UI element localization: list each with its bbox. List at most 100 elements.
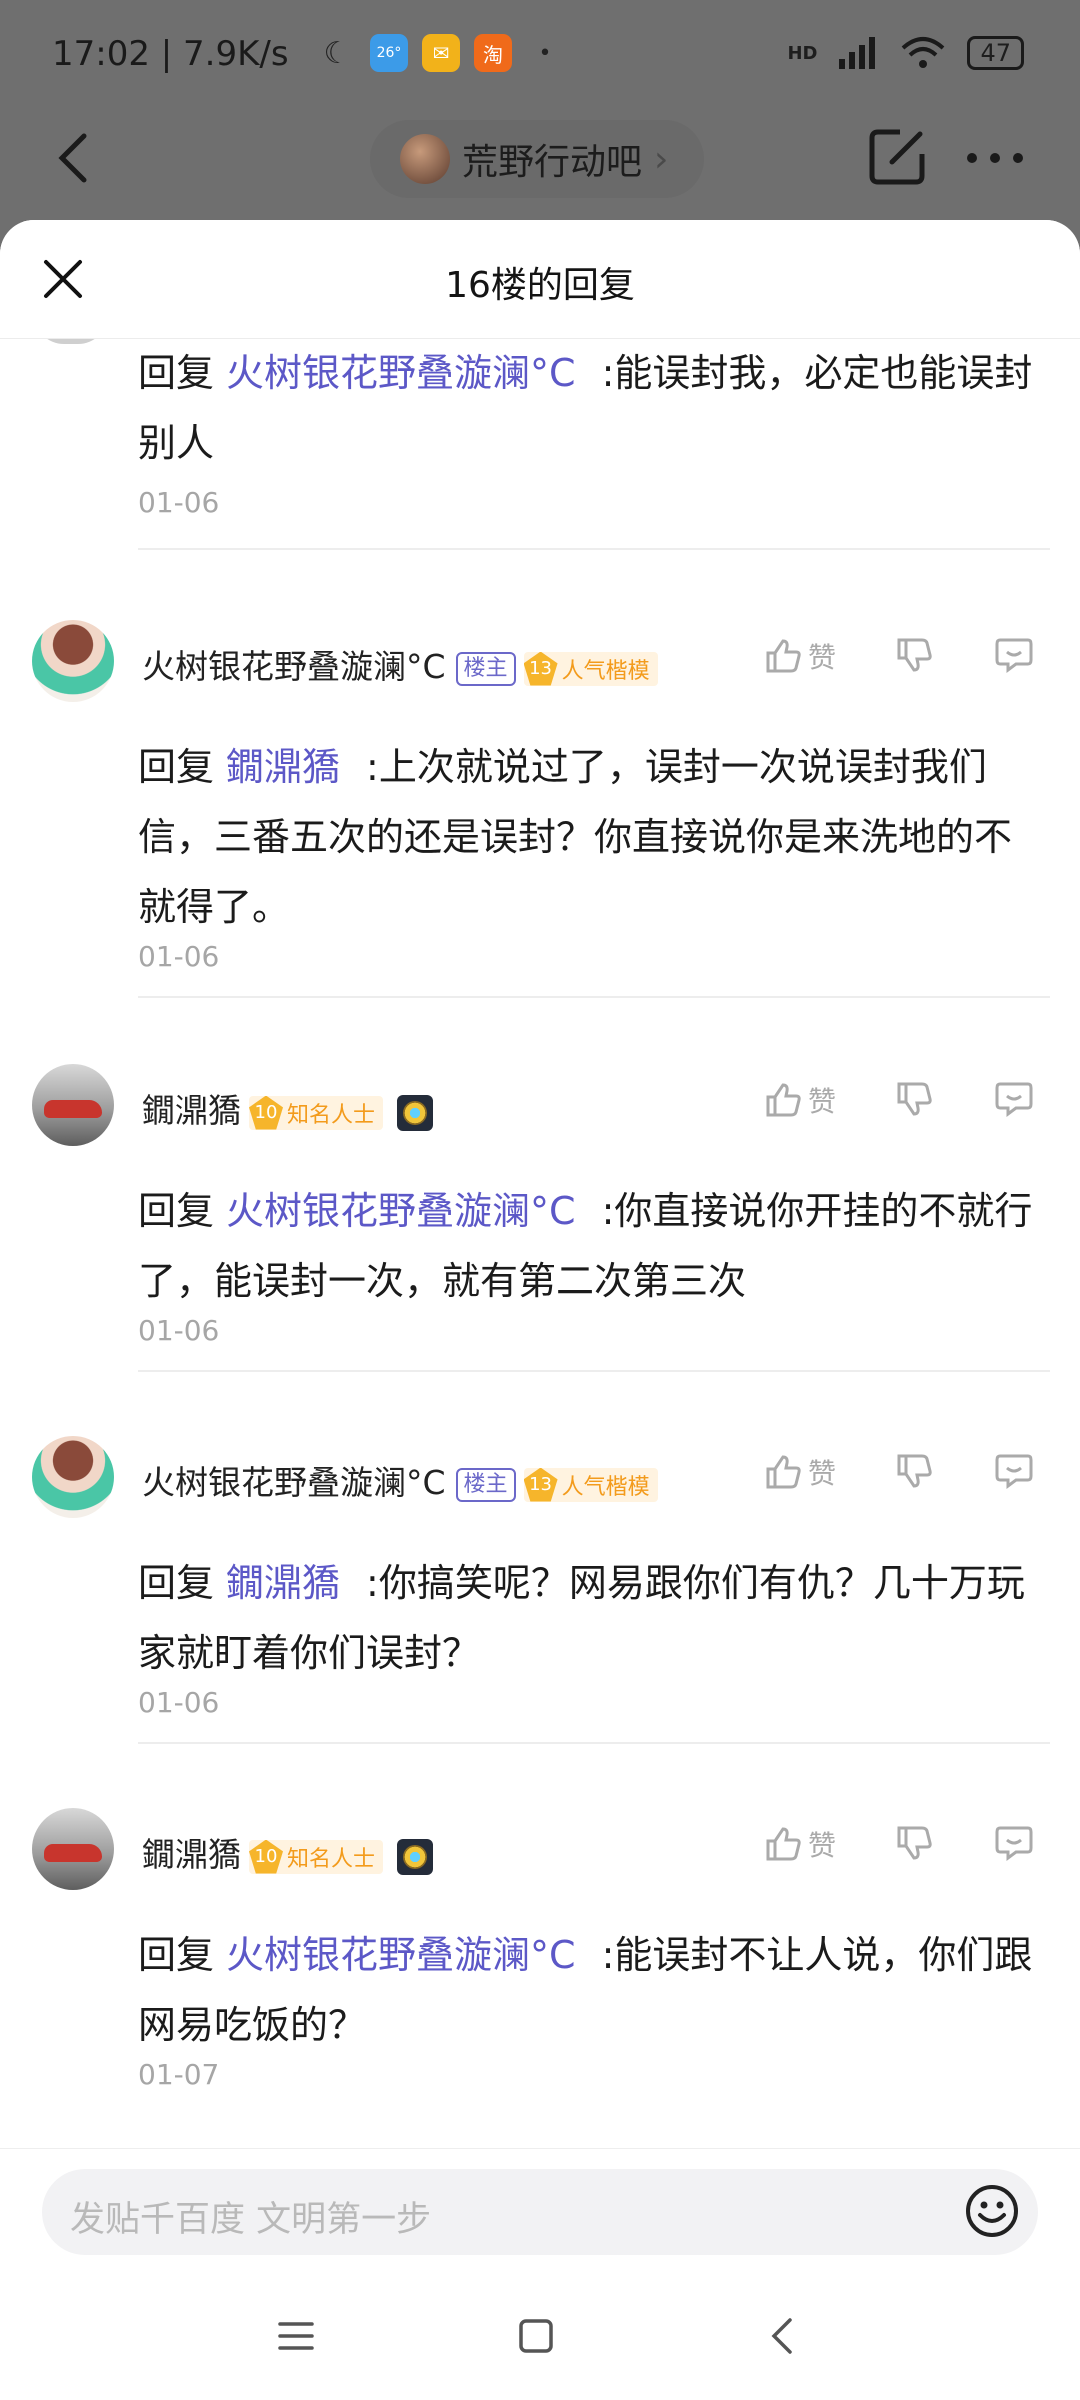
menu-icon[interactable] xyxy=(274,2314,318,2358)
thumbs-up-icon xyxy=(766,639,801,673)
username[interactable]: 鐗濎獢 10 知名人士 xyxy=(142,1084,434,1132)
username[interactable]: 火树银花野叠漩澜°C 楼主 13 人气楷模 xyxy=(142,640,658,688)
sheet-header: 16楼的回复 xyxy=(0,220,1080,339)
top-bar: 荒野行动吧 › xyxy=(0,110,1080,220)
reply-prefix: 回复 xyxy=(138,745,215,789)
comment-button[interactable] xyxy=(994,1824,1034,1862)
hd-signal-label: HD xyxy=(787,42,818,64)
level-badge: 10 知名人士 xyxy=(249,1839,384,1874)
username-text: 火树银花野叠漩澜°C xyxy=(142,647,446,686)
dislike-button[interactable] xyxy=(895,1452,933,1490)
thumbs-down-icon xyxy=(897,1082,932,1116)
chevron-right-icon: › xyxy=(654,138,669,180)
system-nav-bar xyxy=(0,2270,1080,2400)
level-badge: 13 人气楷模 xyxy=(523,1467,658,1502)
forum-link[interactable]: 荒野行动吧 › xyxy=(370,120,705,198)
status-app-icons: ☾ 26° ✉ 淘 • xyxy=(318,34,564,72)
level-title: 知名人士 xyxy=(287,1846,376,1872)
status-time: 17:02 | 7.9K/s xyxy=(52,34,289,74)
level-gem-icon: 13 xyxy=(523,1467,558,1502)
reply-mention[interactable]: 火树银花野叠漩澜°C xyxy=(226,351,576,395)
reply-prefix: 回复 xyxy=(138,1189,215,1233)
like-button[interactable]: 赞 xyxy=(764,1080,836,1120)
reply-text: 回复 火树银花野叠漩澜°C:能误封不让人说，你们跟网易吃饭的？ xyxy=(138,1920,1038,2060)
wifi-icon xyxy=(902,37,945,68)
level-title: 人气楷模 xyxy=(561,658,650,684)
username-text: 火树银花野叠漩澜°C xyxy=(142,1463,446,1502)
host-badge: 楼主 xyxy=(455,1467,516,1502)
reply-header: 火树银花野叠漩澜°C 楼主 13 人气楷模 赞 xyxy=(0,620,1080,708)
like-label: 赞 xyxy=(808,1829,837,1862)
level-gem-icon: 13 xyxy=(523,651,558,686)
medal-icon xyxy=(397,1838,434,1875)
dislike-button[interactable] xyxy=(895,1824,933,1862)
avatar[interactable] xyxy=(32,1436,114,1518)
home-icon[interactable] xyxy=(514,2314,558,2358)
reply-prefix: 回复 xyxy=(138,351,215,395)
reply-date: 01-06 xyxy=(138,940,220,973)
reply-text: 回复 鐗濎獢:你搞笑呢？网易跟你们有仇？几十万玩家就盯着你们误封？ xyxy=(138,1548,1038,1688)
divider xyxy=(138,1370,1050,1372)
comment-icon xyxy=(995,1454,1033,1489)
level-badge: 13 人气楷模 xyxy=(523,651,658,686)
comment-button[interactable] xyxy=(994,1080,1034,1118)
reply-mention[interactable]: 鐗濎獢 xyxy=(226,1561,340,1605)
username-text: 鐗濎獢 xyxy=(142,1835,241,1874)
forum-avatar xyxy=(400,134,450,184)
reply-mention[interactable]: 火树银花野叠漩澜°C xyxy=(226,1189,576,1233)
thumbs-down-icon xyxy=(897,1454,932,1488)
level-title: 人气楷模 xyxy=(561,1474,650,1500)
like-button[interactable]: 赞 xyxy=(764,1824,836,1864)
reply-prefix: 回复 xyxy=(138,1933,215,1977)
reply-prefix: 回复 xyxy=(138,1561,215,1605)
reply-header: 鐗濎獢 10 知名人士 赞 xyxy=(0,1808,1080,1896)
dislike-button[interactable] xyxy=(895,636,933,674)
comment-button[interactable] xyxy=(994,1452,1034,1490)
username[interactable]: 鐗濎獢 10 知名人士 xyxy=(142,1828,434,1876)
comment-icon xyxy=(995,1826,1033,1861)
reply-header: 鐗濎獢 10 知名人士 赞 xyxy=(0,1064,1080,1152)
back-arrow-icon[interactable] xyxy=(46,128,106,188)
thumbs-up-icon xyxy=(766,1827,801,1861)
reply-mention[interactable]: 火树银花野叠漩澜°C xyxy=(226,1933,576,1977)
divider xyxy=(138,548,1050,550)
thumbs-up-icon xyxy=(766,1083,801,1117)
avatar[interactable] xyxy=(32,1064,114,1146)
reply-date: 01-07 xyxy=(138,2058,220,2091)
comment-icon xyxy=(995,638,1033,673)
dot-icon: • xyxy=(538,40,552,66)
signal-icon xyxy=(839,37,876,69)
more-icon[interactable] xyxy=(960,128,1030,188)
moon-icon: ☾ xyxy=(323,35,351,71)
share-edit-icon[interactable] xyxy=(866,124,930,188)
emoji-icon[interactable] xyxy=(964,2183,1020,2239)
level-title: 知名人士 xyxy=(287,1102,376,1128)
weather-app-icon: 26° xyxy=(370,34,408,72)
reply-text: 回复 鐗濎獢:上次就说过了，误封一次说误封我们信，三番五次的还是误封？你直接说你是… xyxy=(138,732,1038,942)
level-gem-icon: 10 xyxy=(249,1095,283,1130)
comment-button[interactable] xyxy=(994,636,1034,674)
avatar[interactable] xyxy=(32,620,114,702)
status-bar: 17:02 | 7.9K/s ☾ 26° ✉ 淘 • HD 47 xyxy=(0,0,1080,110)
like-label: 赞 xyxy=(808,641,837,674)
reply-date: 01-06 xyxy=(138,1314,220,1347)
username[interactable]: 火树银花野叠漩澜°C 楼主 13 人气楷模 xyxy=(142,1456,658,1504)
avatar[interactable] xyxy=(32,1808,114,1890)
comment-icon xyxy=(995,1082,1033,1117)
like-label: 赞 xyxy=(808,1085,837,1118)
reply-mention[interactable]: 鐗濎獢 xyxy=(226,745,340,789)
level-gem-icon: 10 xyxy=(249,1839,283,1874)
back-icon[interactable] xyxy=(762,2314,806,2358)
like-button[interactable]: 赞 xyxy=(764,636,836,676)
reply-input[interactable]: 发贴千百度 文明第一步 xyxy=(42,2169,1038,2255)
like-button[interactable]: 赞 xyxy=(764,1452,836,1492)
like-label: 赞 xyxy=(808,1457,837,1490)
reply-input-placeholder: 发贴千百度 文明第一步 xyxy=(70,2200,432,2240)
reply-sheet: 16楼的回复 回复 火树银花野叠漩澜°C:能误封我，必定也能误封别人 01-06 … xyxy=(0,220,1080,2400)
host-badge: 楼主 xyxy=(455,651,516,686)
thumbs-down-icon xyxy=(897,1826,932,1860)
taobao-app-icon: 淘 xyxy=(474,34,512,72)
dislike-button[interactable] xyxy=(895,1080,933,1118)
reply-date: 01-06 xyxy=(138,1686,220,1719)
reply-date: 01-06 xyxy=(138,486,220,519)
